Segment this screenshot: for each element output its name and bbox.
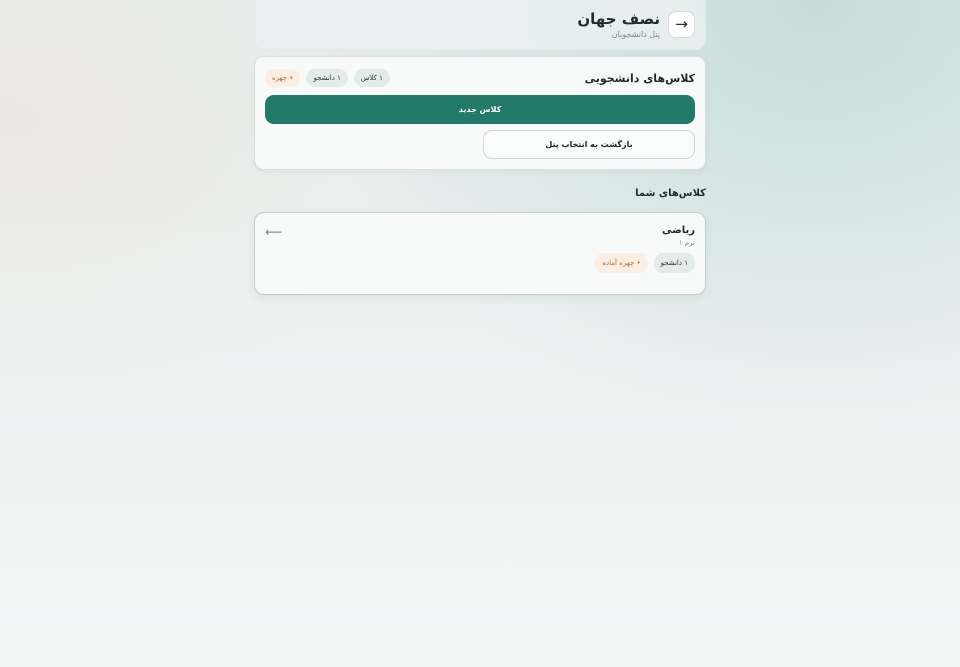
back-to-panel-select-button[interactable]: بازگشت به انتخاب پنل <box>483 130 695 159</box>
face-ready-badge: • چهره آماده <box>595 253 648 273</box>
new-class-button[interactable]: کلاس جدید <box>265 95 695 124</box>
back-arrow-icon[interactable]: → <box>668 11 695 38</box>
class-name: ریاضی <box>661 225 695 236</box>
class-students-badge: ۱ دانشجو <box>653 253 695 273</box>
header-text: نصف جهان پنل دانشجویان <box>577 9 660 41</box>
app-subtitle: پنل دانشجویان <box>611 29 660 39</box>
your-classes-heading: کلاس‌های شما <box>635 188 706 199</box>
summary-badges: ۱ کلاس ۱ دانشجو • چهره <box>265 69 390 87</box>
class-card[interactable]: ریاضی ترم ۱ ⟵ ۱ دانشجو • چهره آماده <box>254 212 706 295</box>
class-badges: ۱ دانشجو • چهره آماده <box>265 253 695 273</box>
arrow-left-icon[interactable]: ⟵ <box>265 225 282 239</box>
face-status-badge: • چهره <box>265 69 301 87</box>
app-title: نصف جهان <box>577 9 660 28</box>
student-count-badge: ۱ دانشجو <box>306 69 348 87</box>
panel-header: کلاس‌های دانشجویی ۱ کلاس ۱ دانشجو • چهره <box>265 67 695 89</box>
app-header: → نصف جهان پنل دانشجویان <box>254 0 706 50</box>
main-container: → نصف جهان پنل دانشجویان کلاس‌های دانشجو… <box>254 0 706 295</box>
classes-summary-panel: کلاس‌های دانشجویی ۱ کلاس ۱ دانشجو • چهره… <box>254 56 706 170</box>
class-count-badge: ۱ کلاس <box>353 69 390 87</box>
class-term: ترم ۱ <box>678 239 695 247</box>
panel-title: کلاس‌های دانشجویی <box>584 71 695 85</box>
